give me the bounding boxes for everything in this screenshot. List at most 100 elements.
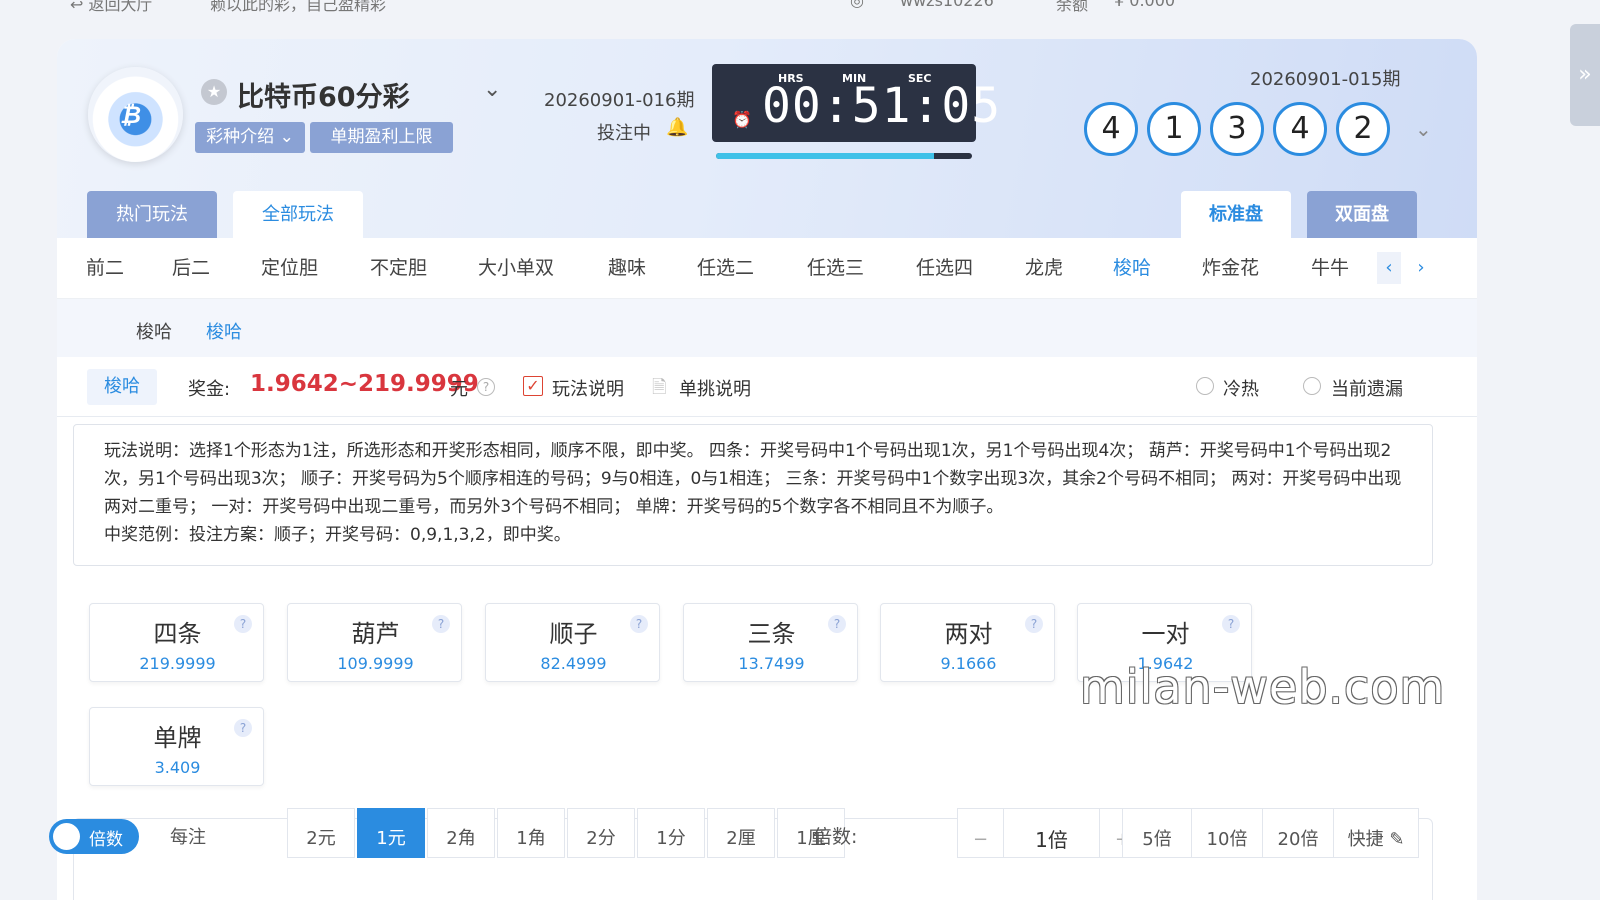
option-card[interactable]: 三条 13.7499? [683,603,858,682]
option-card[interactable]: 顺子 82.4999? [485,603,660,682]
toggle-knob [53,823,80,850]
rules-text: 玩法说明：选择1个形态为1注，所选形态和开奖形态相同，顺序不限，即中奖。 四条：… [104,441,1402,517]
result-ball: 1 [1147,102,1201,156]
promo-text: 赖以此的彩，自己盈精彩 [210,0,387,14]
option-help-icon[interactable]: ? [432,615,450,633]
play-tag: 梭哈 [87,369,157,405]
current-period: 20260901-016期 [544,90,695,111]
option-card[interactable]: 单牌 3.409? [89,707,264,786]
nav-item[interactable]: 任选四 [916,238,973,299]
option-card[interactable]: 葫芦 109.9999? [287,603,462,682]
nav-item[interactable]: 定位胆 [261,238,318,299]
tab-double-board[interactable]: 双面盘 [1307,191,1417,238]
multiplier-preset[interactable]: 10倍 [1191,808,1263,858]
last-period: 20260901-015期 [1250,69,1401,90]
nav-item[interactable]: 任选二 [697,238,754,299]
nav-item[interactable]: 任选三 [807,238,864,299]
unit-option[interactable]: 2分 [567,808,635,858]
unit-label: 每注 [170,827,206,848]
nav-item[interactable]: 大小单双 [478,238,554,299]
unit-option[interactable]: 1角 [497,808,565,858]
option-help-icon[interactable]: ? [1222,615,1240,633]
rules-label[interactable]: 玩法说明 [552,375,624,401]
tab-hot-plays[interactable]: 热门玩法 [87,191,217,238]
option-card[interactable]: 四条 219.9999? [89,603,264,682]
option-odds: 9.1666 [940,654,997,673]
rules-checkbox[interactable]: ✓ [523,376,543,396]
option-help-icon[interactable]: ? [234,719,252,737]
countdown-progress [716,153,972,159]
countdown-digits: 00:51:05 [762,78,1002,134]
option-odds: 3.409 [154,758,201,777]
result-ball: 4 [1273,102,1327,156]
edit-icon: ✎ [1389,829,1405,850]
document-icon: 🗎 [652,377,667,398]
multiplier-input[interactable]: 1倍 [1003,808,1100,858]
sub-nav-group-label: 梭哈 [136,322,172,343]
multiplier-preset[interactable]: 5倍 [1122,808,1192,858]
quick-label: 快捷 [1347,829,1384,850]
option-odds: 13.7499 [738,654,805,673]
cold-hot-radio[interactable] [1196,377,1214,395]
favorite-star-icon[interactable]: ★ [201,79,227,105]
balance-value: ¥ 0.000 [1114,0,1176,10]
option-help-icon[interactable]: ? [828,615,846,633]
side-panel-toggle[interactable]: » [1570,24,1600,126]
intro-button[interactable]: 彩种介绍 ⌄ [195,122,305,153]
missing-radio[interactable] [1303,377,1321,395]
nav-prev-arrow-icon[interactable]: ‹ [1377,252,1401,284]
help-icon[interactable]: ? [477,378,495,396]
watermark: milan-web.com [1080,660,1446,714]
avatar-icon[interactable]: ◎ [850,0,864,10]
balance-label: 余额 [1056,0,1089,14]
option-card[interactable]: 两对 9.1666? [880,603,1055,682]
nav-item[interactable]: 趣味 [608,238,646,299]
nav-item[interactable]: 牛牛 [1311,238,1349,299]
nav-item[interactable]: 炸金花 [1202,238,1259,299]
unit-option[interactable]: 1分 [637,808,705,858]
result-ball: 3 [1210,102,1264,156]
unit-option[interactable]: 2厘 [707,808,775,858]
option-help-icon[interactable]: ? [1025,615,1043,633]
intro-button-label: 彩种介绍 [206,127,275,147]
back-label: 返回大厅 [88,0,153,14]
multiplier-preset[interactable]: 20倍 [1262,808,1334,858]
cold-hot-label: 冷热 [1223,379,1259,400]
missing-label: 当前遗漏 [1331,379,1403,400]
nav-item-active[interactable]: 梭哈 [1113,238,1151,299]
rules-example: 中奖范例：投注方案：顺子；开奖号码：0,9,1,3,2，即中奖。 [104,525,571,545]
profit-limit-button[interactable]: 单期盈利上限 [310,122,453,153]
option-help-icon[interactable]: ? [234,615,252,633]
multiplier-label: 倍数: [813,826,858,848]
results-expand-chevron-icon[interactable]: ⌄ [1415,117,1432,141]
countdown-progress-fill [716,153,934,159]
top-bar: ↩ 返回大厅 赖以此的彩，自己盈精彩 ◎ wwzs10226 余额 ¥ 0.00… [0,0,1600,22]
quick-multiplier-button[interactable]: 快捷 ✎ [1333,808,1419,858]
sub-nav-item[interactable]: 梭哈 [206,318,242,344]
prize-unit: 元 [450,379,468,400]
unit-option[interactable]: 2角 [427,808,495,858]
option-help-icon[interactable]: ? [630,615,648,633]
prize-info-row: 梭哈 奖金: 1.9642~219.9999 元 ? ✓ 玩法说明 🗎 单挑说明… [57,357,1477,417]
unit-option[interactable]: 2元 [287,808,355,858]
sub-nav: 梭哈 梭哈 [57,299,1477,357]
multiplier-toggle[interactable]: 倍数 [49,819,139,854]
nav-item[interactable]: 后二 [172,238,210,299]
multiplier-minus-button[interactable]: − [957,808,1004,858]
nav-item[interactable]: 前二 [86,238,124,299]
chevron-down-icon[interactable]: ⌄ [483,77,501,102]
bell-icon: 🔔 [666,117,689,138]
tab-standard-board[interactable]: 标准盘 [1181,191,1291,238]
tab-all-plays[interactable]: 全部玩法 [233,191,363,238]
lottery-name[interactable]: 比特币60分彩 [237,75,410,114]
back-to-lobby-link[interactable]: ↩ 返回大厅 [70,0,153,15]
rules-description: 玩法说明：选择1个形态为1注，所选形态和开奖形态相同，顺序不限，即中奖。 四条：… [73,424,1433,566]
nav-next-arrow-icon[interactable]: › [1409,252,1433,284]
single-bet-rules-link[interactable]: 单挑说明 [679,375,751,401]
username: wwzs10226 [900,0,994,10]
nav-item[interactable]: 龙虎 [1025,238,1063,299]
nav-item[interactable]: 不定胆 [370,238,427,299]
toggle-label: 倍数 [89,830,123,850]
unit-option-selected[interactable]: 1元 [357,808,425,858]
bitcoin-logo: ₿ [88,67,183,162]
